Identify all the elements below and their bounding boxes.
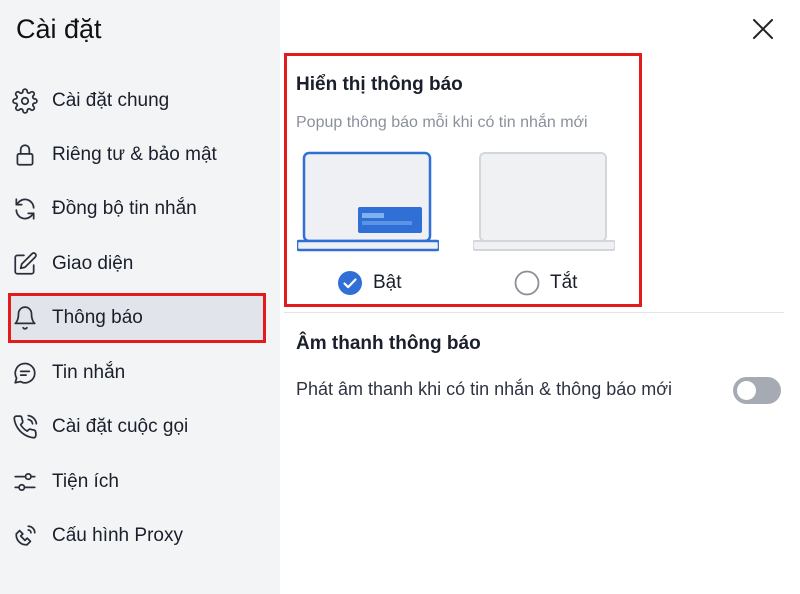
notification-sound-toggle[interactable] — [733, 377, 781, 404]
radio-unchecked-icon[interactable] — [514, 270, 540, 296]
radio-checked-icon[interactable] — [337, 270, 363, 296]
gear-icon — [12, 88, 38, 114]
option-off[interactable]: Tắt — [514, 270, 577, 296]
section-divider — [284, 312, 784, 313]
sidebar-item-label: Đồng bộ tin nhắn — [52, 198, 197, 219]
notification-display-title: Hiển thị thông báo — [296, 74, 463, 95]
laptop-preview-on[interactable] — [297, 150, 439, 254]
sidebar-item-privacy[interactable]: Riêng tư & bảo mật — [0, 130, 280, 180]
sidebar-item-label: Riêng tư & bảo mật — [52, 144, 217, 165]
sidebar-item-appearance[interactable]: Giao diện — [0, 239, 280, 289]
sidebar-item-label: Cài đặt cuộc gọi — [52, 416, 189, 437]
option-on-label: Bật — [373, 272, 402, 293]
sidebar-item-proxy[interactable]: Cấu hình Proxy — [0, 511, 280, 561]
notification-sound-description: Phát âm thanh khi có tin nhắn & thông bá… — [296, 379, 673, 399]
proxy-icon — [12, 523, 38, 549]
sync-icon — [12, 196, 38, 222]
settings-sidebar: Cài đặt Cài đặt chung Riêng tư & bảo mật — [0, 0, 280, 594]
option-off-label: Tắt — [550, 272, 578, 293]
edit-icon — [12, 251, 38, 277]
close-icon — [753, 19, 773, 39]
sidebar-item-messages[interactable]: Tin nhắn — [0, 348, 280, 398]
chat-icon — [12, 360, 38, 386]
sidebar-item-label: Giao diện — [52, 253, 134, 274]
option-on[interactable]: Bật — [337, 270, 402, 296]
sidebar-item-label: Tiện ích — [52, 471, 119, 492]
lock-icon — [12, 142, 38, 168]
bell-icon — [12, 305, 38, 331]
sidebar-item-notifications[interactable]: Thông báo — [0, 293, 280, 343]
laptop-preview-off[interactable] — [473, 150, 615, 254]
sidebar-item-label: Tin nhắn — [52, 362, 126, 383]
close-button[interactable] — [748, 14, 778, 44]
sidebar-item-label: Thông báo — [52, 307, 143, 328]
sidebar-item-general[interactable]: Cài đặt chung — [0, 76, 280, 126]
sliders-icon — [12, 469, 38, 495]
sidebar-item-utilities[interactable]: Tiện ích — [0, 457, 280, 507]
sidebar-item-label: Cấu hình Proxy — [52, 525, 183, 546]
sidebar-item-label: Cài đặt chung — [52, 90, 170, 111]
sidebar-title: Cài đặt — [16, 14, 102, 44]
notification-sound-title: Âm thanh thông báo — [296, 333, 481, 354]
sidebar-item-call-settings[interactable]: Cài đặt cuộc gọi — [0, 402, 280, 452]
phone-icon — [12, 414, 38, 440]
notification-display-subtitle: Popup thông báo mỗi khi có tin nhắn mới — [296, 114, 588, 131]
toggle-knob — [737, 381, 756, 400]
sidebar-item-sync[interactable]: Đồng bộ tin nhắn — [0, 184, 280, 234]
